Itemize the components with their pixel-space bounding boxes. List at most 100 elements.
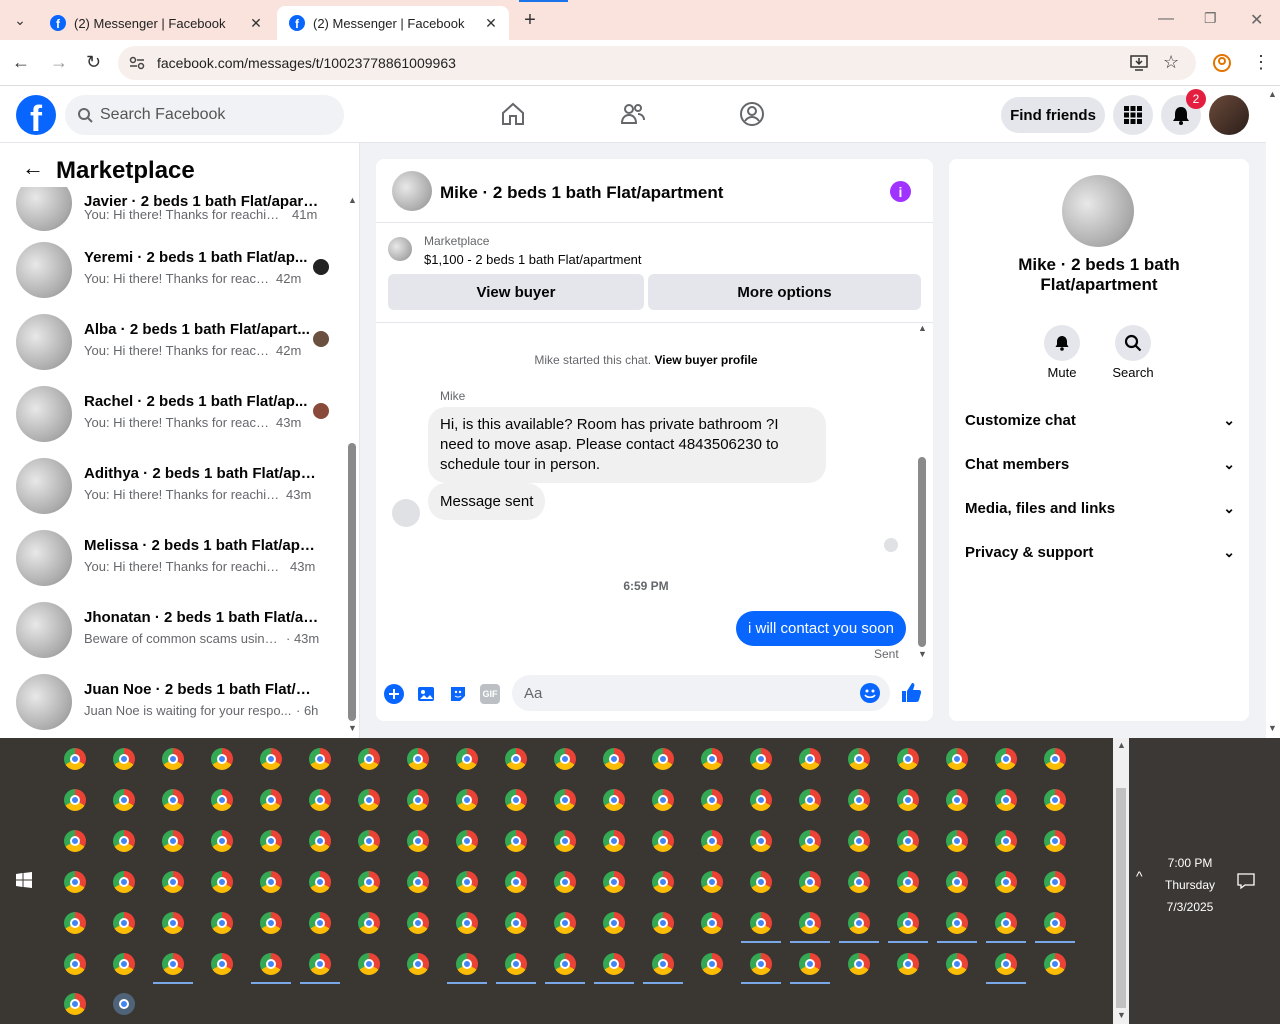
chrome-taskbar-icon[interactable] [750,748,772,770]
chrome-taskbar-icon[interactable] [701,912,723,934]
conversation-item[interactable]: Rachel · 2 beds 1 bath Flat/ap... You: H… [0,378,345,450]
chrome-taskbar-icon[interactable] [750,953,772,975]
chrome-taskbar-icon[interactable] [309,953,331,975]
chrome-taskbar-icon[interactable] [456,789,478,811]
bookmark-star-icon[interactable]: ☆ [1163,52,1179,73]
chrome-taskbar-icon[interactable] [211,789,233,811]
app-taskbar-icon[interactable] [113,993,135,1015]
conversation-item[interactable]: Juan Noe · 2 beds 1 bath Flat/ap... Juan… [0,666,345,738]
chrome-taskbar-icon[interactable] [750,871,772,893]
chrome-taskbar-icon[interactable] [848,830,870,852]
chrome-taskbar-icon[interactable] [505,871,527,893]
add-plus-icon[interactable] [384,684,404,704]
chrome-taskbar-icon[interactable] [799,748,821,770]
chrome-taskbar-icon[interactable] [897,830,919,852]
chrome-taskbar-icon[interactable] [64,748,86,770]
sidebar-scroll-down-icon[interactable]: ▼ [348,723,357,733]
chrome-taskbar-icon[interactable] [211,748,233,770]
chrome-taskbar-icon[interactable] [407,748,429,770]
chrome-taskbar-icon[interactable] [113,748,135,770]
omnibox[interactable]: facebook.com/messages/t/1002377886100996… [118,46,1196,80]
chrome-taskbar-icon[interactable] [162,789,184,811]
chrome-taskbar-icon[interactable] [799,789,821,811]
window-close-icon[interactable]: ✕ [1250,10,1263,30]
chrome-taskbar-icon[interactable] [603,789,625,811]
chrome-taskbar-icon[interactable] [211,912,233,934]
chrome-taskbar-icon[interactable] [701,789,723,811]
chrome-taskbar-icon[interactable] [897,912,919,934]
photo-icon[interactable] [416,684,436,704]
chrome-taskbar-icon[interactable] [407,830,429,852]
chrome-taskbar-icon[interactable] [505,830,527,852]
incoming-message[interactable]: Hi, is this available? Room has private … [428,407,826,483]
site-settings-icon[interactable] [129,56,145,70]
reload-icon[interactable]: ↻ [86,52,101,73]
outgoing-message[interactable]: i will contact you soon [736,611,906,646]
chrome-taskbar-icon[interactable] [1044,912,1066,934]
browser-menu-icon[interactable]: ⋮ [1252,52,1270,73]
conversation-item[interactable]: Yeremi · 2 beds 1 bath Flat/ap... You: H… [0,234,345,306]
chrome-taskbar-icon[interactable] [260,871,282,893]
chat-scroll-down-icon[interactable]: ▼ [918,649,927,659]
chrome-taskbar-icon[interactable] [64,830,86,852]
chrome-taskbar-icon[interactable] [1044,871,1066,893]
chrome-taskbar-icon[interactable] [554,789,576,811]
chat-avatar[interactable] [392,171,432,211]
chrome-taskbar-icon[interactable] [701,953,723,975]
forward-icon[interactable]: → [50,52,68,73]
chrome-taskbar-icon[interactable] [309,912,331,934]
chrome-taskbar-icon[interactable] [603,871,625,893]
chrome-taskbar-icon[interactable] [995,953,1017,975]
chrome-taskbar-icon[interactable] [554,871,576,893]
taskbar-scroll-down-icon[interactable]: ▼ [1117,1010,1126,1020]
chrome-taskbar-icon[interactable] [799,871,821,893]
profile-icon[interactable] [1212,53,1232,73]
chrome-taskbar-icon[interactable] [113,789,135,811]
chrome-taskbar-icon[interactable] [309,871,331,893]
sidebar-scrollbar[interactable] [348,443,356,721]
chrome-taskbar-icon[interactable] [750,830,772,852]
chrome-taskbar-icon[interactable] [309,830,331,852]
view-buyer-profile-link[interactable]: View buyer profile [654,353,757,367]
view-buyer-button[interactable]: View buyer [388,274,644,310]
facebook-logo-icon[interactable]: f [16,95,56,135]
chrome-taskbar-icon[interactable] [260,789,282,811]
chrome-taskbar-icon[interactable] [946,953,968,975]
gif-icon[interactable]: GIF [480,684,500,704]
tab-close-icon[interactable]: ✕ [246,15,266,32]
chrome-taskbar-icon[interactable] [554,912,576,934]
chrome-taskbar-icon[interactable] [505,748,527,770]
chrome-taskbar-icon[interactable] [456,912,478,934]
chrome-taskbar-icon[interactable] [848,871,870,893]
chrome-taskbar-icon[interactable] [897,871,919,893]
conversation-item[interactable]: Jhonatan · 2 beds 1 bath Flat/ap... Bewa… [0,594,345,666]
customize-chat-section[interactable]: Customize chat ⌄ [965,412,1235,436]
chrome-taskbar-icon[interactable] [505,953,527,975]
chrome-taskbar-icon[interactable] [848,912,870,934]
chrome-taskbar-icon[interactable] [799,830,821,852]
privacy-support-section[interactable]: Privacy & support ⌄ [965,544,1235,568]
chrome-taskbar-icon[interactable] [260,830,282,852]
chrome-taskbar-icon[interactable] [799,912,821,934]
chrome-taskbar-icon[interactable] [505,789,527,811]
friends-icon[interactable] [620,101,646,127]
chrome-taskbar-icon[interactable] [652,912,674,934]
chrome-taskbar-icon[interactable] [848,748,870,770]
chrome-taskbar-icon[interactable] [407,912,429,934]
chrome-taskbar-icon[interactable] [1044,789,1066,811]
chrome-taskbar-icon[interactable] [848,789,870,811]
groups-icon[interactable] [739,101,765,127]
back-arrow-icon[interactable]: ← [22,155,44,181]
search-icon[interactable] [1115,325,1151,361]
chrome-taskbar-icon[interactable] [211,871,233,893]
chrome-taskbar-icon[interactable] [946,789,968,811]
menu-grid-icon[interactable] [1113,95,1153,135]
chrome-taskbar-icon[interactable] [162,912,184,934]
chrome-taskbar-icon[interactable] [358,748,380,770]
chrome-taskbar-icon[interactable] [358,789,380,811]
chrome-taskbar-icon[interactable] [358,871,380,893]
chrome-taskbar-icon[interactable] [260,912,282,934]
chrome-taskbar-icon[interactable] [701,748,723,770]
chrome-taskbar-icon[interactable] [897,748,919,770]
install-app-icon[interactable] [1130,55,1148,71]
